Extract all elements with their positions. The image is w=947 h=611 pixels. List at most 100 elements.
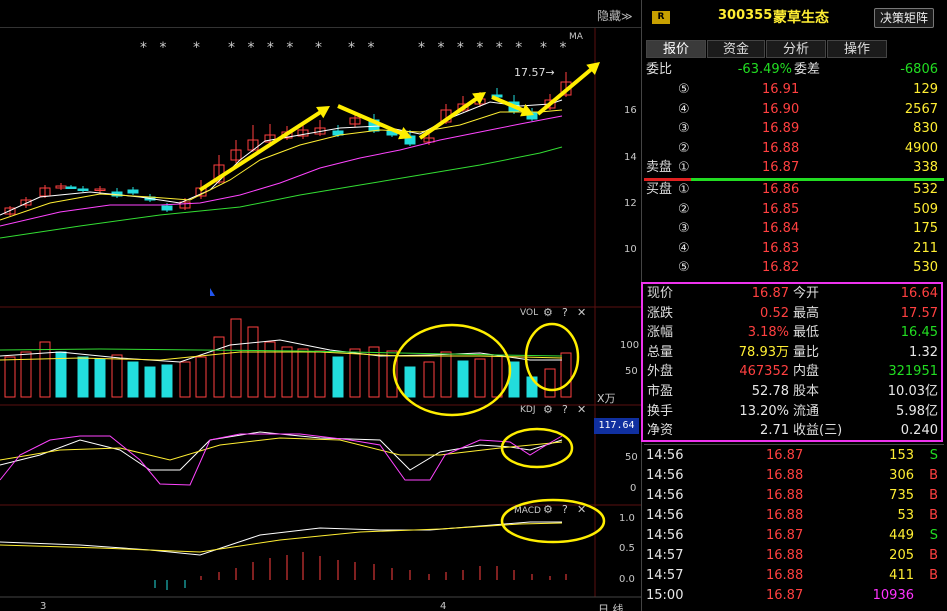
tab-quote[interactable]: 报价 bbox=[646, 40, 706, 58]
quote-label: 现价 bbox=[647, 286, 674, 301]
quote-label: 流通 bbox=[793, 403, 820, 419]
trade-volume: 53 bbox=[897, 508, 914, 523]
close-icon[interactable]: ✕ bbox=[577, 306, 586, 319]
trade-price: 16.87 bbox=[766, 448, 804, 463]
volume-bar bbox=[4, 356, 16, 398]
quote-row: 外盘 467352 内盘 321951 bbox=[644, 362, 944, 382]
price-axis-label-10: 10 bbox=[624, 244, 637, 255]
trade-side: S bbox=[929, 448, 938, 463]
quote-label: 外盘 bbox=[647, 364, 674, 380]
r-badge: R bbox=[652, 11, 670, 24]
close-icon[interactable]: ✕ bbox=[577, 503, 586, 516]
close-icon[interactable]: ✕ bbox=[577, 403, 586, 416]
quote-label: 涨跌 bbox=[647, 305, 674, 321]
buy-label: 买盘 bbox=[646, 182, 673, 197]
volume-bar bbox=[20, 351, 32, 398]
hide-panel-button[interactable]: 隐藏≫ bbox=[597, 7, 633, 24]
candle-body bbox=[65, 186, 77, 189]
help-icon[interactable]: ? bbox=[562, 306, 568, 319]
diff-label: 委差 bbox=[794, 62, 821, 77]
buy-volume: 211 bbox=[913, 240, 938, 256]
vol-unit-label: X万 bbox=[597, 392, 616, 405]
buy-level-row: ③ 16.84 175 bbox=[644, 219, 944, 239]
gear-icon[interactable]: ⚙ bbox=[543, 403, 553, 416]
gear-icon[interactable]: ⚙ bbox=[543, 306, 553, 319]
tab-funds[interactable]: 资金 bbox=[707, 40, 765, 58]
ma5-line bbox=[0, 99, 563, 216]
kline-chart[interactable] bbox=[0, 28, 641, 611]
sell-volume: 338 bbox=[913, 160, 938, 176]
ratio-value: -63.49% bbox=[737, 62, 792, 77]
buy-volume: 175 bbox=[913, 221, 938, 237]
period-label[interactable]: 日 线 bbox=[598, 601, 624, 611]
macd-indicator-label: MACD bbox=[514, 506, 541, 516]
quote-label: 最高 bbox=[793, 305, 820, 321]
annotation-arrow bbox=[418, 94, 481, 140]
kdj-j-line bbox=[0, 433, 563, 486]
star-marker: * bbox=[193, 40, 204, 56]
sell-price: 16.89 bbox=[762, 121, 800, 137]
star-marker: * * * * bbox=[228, 40, 298, 56]
volume-bar bbox=[111, 354, 123, 398]
buy-price: 16.86 bbox=[762, 182, 800, 197]
help-icon[interactable]: ? bbox=[562, 503, 568, 516]
trade-time: 15:00 bbox=[646, 588, 684, 603]
volume-bar bbox=[39, 341, 51, 398]
gear-icon[interactable]: ⚙ bbox=[543, 503, 553, 516]
x-tick-label-3: 3 bbox=[40, 601, 47, 611]
tab-analysis[interactable]: 分析 bbox=[766, 40, 826, 58]
quote-value: 5.98亿 bbox=[896, 403, 938, 419]
trade-time: 14:56 bbox=[646, 488, 684, 503]
buy-level: ① bbox=[678, 182, 690, 197]
trade-time: 14:56 bbox=[646, 468, 684, 483]
diff-value: -6806 bbox=[900, 62, 938, 77]
sell-price: 16.87 bbox=[762, 160, 800, 176]
volume-bar bbox=[179, 361, 191, 398]
trade-price: 16.88 bbox=[766, 488, 804, 503]
ma20-line bbox=[0, 115, 563, 227]
quote-label: 总量 bbox=[647, 344, 674, 360]
kdj-axis-label-50: 50 bbox=[625, 452, 638, 463]
trade-side: B bbox=[929, 488, 938, 503]
ratio-label: 委比 bbox=[646, 62, 673, 77]
macd-axis-label-0.0: 0.0 bbox=[619, 574, 635, 585]
buy-level: ③ bbox=[678, 221, 690, 237]
quote-value: 13.20% bbox=[739, 403, 789, 419]
trade-volume: 153 bbox=[889, 448, 914, 463]
volume-bar bbox=[440, 351, 452, 398]
quote-value: 0.240 bbox=[900, 423, 938, 439]
quote-value: 2.71 bbox=[760, 423, 789, 439]
sell-price: 16.90 bbox=[762, 101, 800, 117]
trade-volume: 449 bbox=[889, 528, 914, 543]
sell-level-row: ⑤ 16.91 129 bbox=[644, 80, 944, 100]
price-axis-label-14: 14 bbox=[624, 152, 637, 163]
buy-level-row: ④ 16.83 211 bbox=[644, 239, 944, 259]
ma-label: MA bbox=[569, 32, 583, 42]
trade-side: B bbox=[929, 508, 938, 523]
candle-body bbox=[127, 189, 139, 194]
sell-volume: 4900 bbox=[904, 140, 938, 156]
decision-matrix-button[interactable]: 决策矩阵 bbox=[874, 8, 934, 28]
trade-volume: 735 bbox=[889, 488, 914, 503]
buy-level-row: ② 16.85 509 bbox=[644, 200, 944, 220]
volume-bar bbox=[297, 348, 309, 398]
trade-price: 16.87 bbox=[766, 528, 804, 543]
sell-level: ③ bbox=[678, 121, 690, 137]
trade-time: 14:56 bbox=[646, 448, 684, 463]
quote-value: 10.03亿 bbox=[887, 384, 938, 399]
volume-bar bbox=[94, 358, 106, 398]
quote-row: 总量 78.93万 量比 1.32 bbox=[644, 343, 944, 363]
help-icon[interactable]: ? bbox=[562, 403, 568, 416]
price-axis-label-16: 16 bbox=[624, 105, 637, 116]
quote-label: 股本 bbox=[793, 384, 820, 399]
volume-bar bbox=[423, 361, 435, 398]
kdj-current-value: 117.64 bbox=[594, 418, 639, 434]
sell-level: ② bbox=[678, 140, 690, 156]
quote-value: 467352 bbox=[739, 364, 789, 380]
tab-operations[interactable]: 操作 bbox=[827, 40, 887, 58]
trade-row: 14:57 16.88 205 B bbox=[644, 546, 944, 566]
buy-volume: 509 bbox=[913, 201, 938, 217]
trade-time: 14:56 bbox=[646, 528, 684, 543]
quote-label: 换手 bbox=[647, 403, 674, 419]
quote-label: 内盘 bbox=[793, 364, 820, 380]
